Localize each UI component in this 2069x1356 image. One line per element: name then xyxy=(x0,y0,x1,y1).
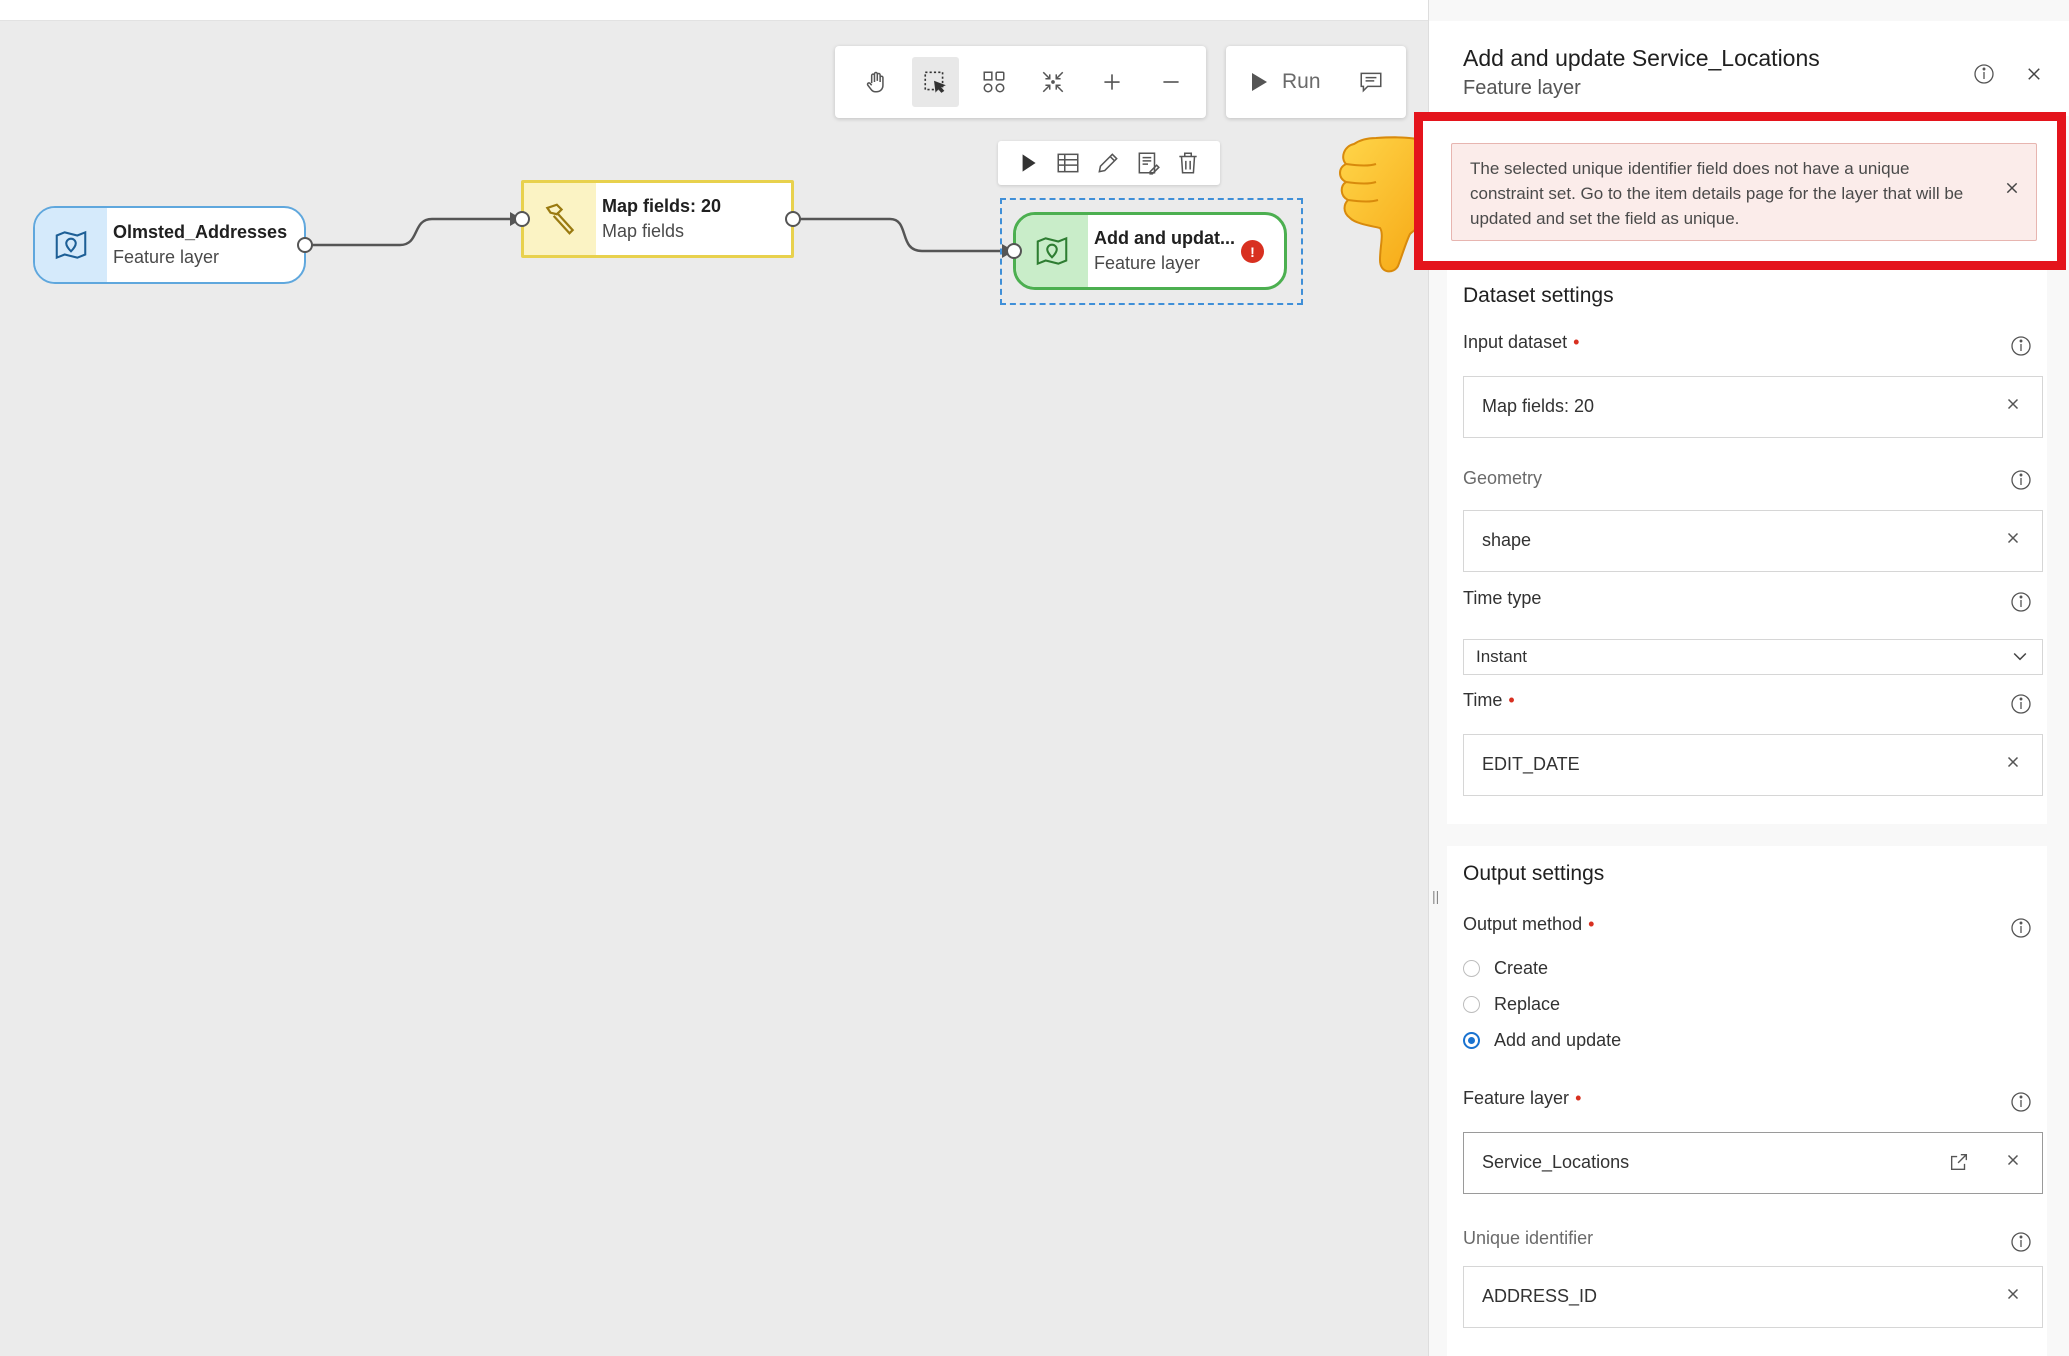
node-subtitle: Feature layer xyxy=(113,247,220,267)
time-type-label: Time type xyxy=(1463,588,1542,608)
pan-icon[interactable] xyxy=(853,57,900,107)
geometry-value: shape xyxy=(1482,530,1532,550)
run-label: Run xyxy=(1282,70,1321,93)
input-dataset-value: Map fields: 20 xyxy=(1482,396,1595,416)
info-icon[interactable] xyxy=(2009,334,2033,363)
clear-icon[interactable] xyxy=(2004,395,2022,418)
radio-add-and-update[interactable]: Add and update xyxy=(1463,1030,1621,1051)
radio-label: Add and update xyxy=(1494,1030,1622,1050)
info-icon[interactable] xyxy=(2009,1090,2033,1119)
zoom-in-icon[interactable] xyxy=(1088,57,1135,107)
close-icon[interactable] xyxy=(2021,61,2047,87)
link-n1-n2 xyxy=(306,217,510,247)
edit-icon[interactable] xyxy=(1088,143,1128,183)
info-icon[interactable] xyxy=(2009,916,2033,945)
output-port[interactable] xyxy=(785,211,801,227)
feature-layer-label: Feature layer • xyxy=(1463,1088,1582,1108)
unique-identifier-label: Unique identifier xyxy=(1463,1228,1594,1248)
input-dataset-label: Input dataset • xyxy=(1463,332,1580,352)
feature-layer-icon xyxy=(35,208,107,282)
radio-create[interactable]: Create xyxy=(1463,958,1548,979)
radio-button[interactable] xyxy=(1463,960,1480,977)
radio-label: Create xyxy=(1494,958,1549,978)
zoom-out-icon[interactable] xyxy=(1147,57,1194,107)
info-icon[interactable] xyxy=(2009,1230,2033,1259)
radio-button-selected[interactable] xyxy=(1463,1032,1480,1049)
input-port[interactable] xyxy=(1006,243,1022,259)
info-icon[interactable] xyxy=(2009,590,2033,619)
alert-message: The selected unique identifier field doe… xyxy=(1470,159,1964,228)
node-title: Olmsted_Addresses xyxy=(113,222,288,242)
info-icon[interactable] xyxy=(2009,468,2033,497)
delete-icon[interactable] xyxy=(1168,143,1208,183)
panel-subtitle: Feature layer xyxy=(1463,77,1581,99)
notes-icon[interactable] xyxy=(1128,143,1168,183)
comment-icon[interactable] xyxy=(1346,57,1396,107)
run-toolbar: Run xyxy=(1226,46,1406,118)
node-olmsted-addresses[interactable]: Olmsted_Addresses Feature layer xyxy=(33,206,313,284)
hammer-icon xyxy=(524,183,596,255)
run-node-icon[interactable] xyxy=(1008,143,1048,183)
canvas-toolbar xyxy=(835,46,1206,118)
node-subtitle: Map fields xyxy=(602,221,685,241)
output-settings-section: Output settings Output method • Create Re… xyxy=(1447,846,2047,1356)
output-method-label: Output method • xyxy=(1463,914,1595,934)
play-icon xyxy=(1252,73,1267,91)
auto-layout-icon[interactable] xyxy=(971,57,1018,107)
info-icon[interactable] xyxy=(2009,692,2033,721)
select-icon[interactable] xyxy=(911,57,959,107)
clear-icon[interactable] xyxy=(2004,1285,2022,1308)
radio-button[interactable] xyxy=(1463,996,1480,1013)
link-n2-n3 xyxy=(794,217,1002,253)
clear-icon[interactable] xyxy=(2004,1151,2022,1174)
time-field[interactable]: EDIT_DATE xyxy=(1463,734,2043,796)
radio-label: Replace xyxy=(1494,994,1561,1014)
node-title: Map fields: 20 xyxy=(602,196,722,216)
panel-resize-handle[interactable]: || xyxy=(1432,888,1439,904)
output-port[interactable] xyxy=(297,237,313,253)
error-alert: The selected unique identifier field doe… xyxy=(1451,143,2037,241)
close-icon[interactable] xyxy=(2004,180,2020,201)
node-subtitle: Feature layer xyxy=(1094,253,1201,273)
open-external-icon[interactable] xyxy=(1948,1151,1970,1178)
section-heading: Dataset settings xyxy=(1463,284,1614,307)
panel-title: Add and update Service_Locations xyxy=(1463,45,1820,71)
fit-icon[interactable] xyxy=(1029,57,1076,107)
unique-identifier-field[interactable]: ADDRESS_ID xyxy=(1463,1266,2043,1328)
table-icon[interactable] xyxy=(1048,143,1088,183)
error-badge-icon: ! xyxy=(1241,240,1264,263)
info-icon[interactable] xyxy=(1971,61,1997,87)
time-type-select[interactable]: Instant xyxy=(1463,639,2043,675)
unique-identifier-value: ADDRESS_ID xyxy=(1482,1286,1598,1306)
dataset-settings-section: Dataset settings Input dataset • Map fiel… xyxy=(1447,270,2047,824)
section-heading: Output settings xyxy=(1463,862,1605,885)
run-button[interactable]: Run xyxy=(1226,46,1346,118)
time-label: Time • xyxy=(1463,690,1515,710)
clear-icon[interactable] xyxy=(2004,529,2022,552)
input-port[interactable] xyxy=(514,211,530,227)
feature-layer-value: Service_Locations xyxy=(1482,1152,1630,1172)
node-title: Add and updat... xyxy=(1094,228,1235,248)
radio-replace[interactable]: Replace xyxy=(1463,994,1560,1015)
time-value: EDIT_DATE xyxy=(1482,754,1580,774)
feature-layer-icon xyxy=(1016,215,1088,287)
chevron-down-icon xyxy=(2010,646,2030,671)
alert-highlight-box: The selected unique identifier field doe… xyxy=(1414,112,2066,270)
geometry-field[interactable]: shape xyxy=(1463,510,2043,572)
time-type-value: Instant xyxy=(1476,647,1528,666)
input-dataset-field[interactable]: Map fields: 20 xyxy=(1463,376,2043,438)
panel-header: Add and update Service_Locations Feature… xyxy=(1429,21,2069,116)
node-map-fields[interactable]: Map fields: 20 Map fields xyxy=(514,180,801,258)
node-action-bar xyxy=(998,141,1220,185)
feature-layer-field[interactable]: Service_Locations xyxy=(1463,1132,2043,1194)
clear-icon[interactable] xyxy=(2004,753,2022,776)
geometry-label: Geometry xyxy=(1463,468,1543,488)
